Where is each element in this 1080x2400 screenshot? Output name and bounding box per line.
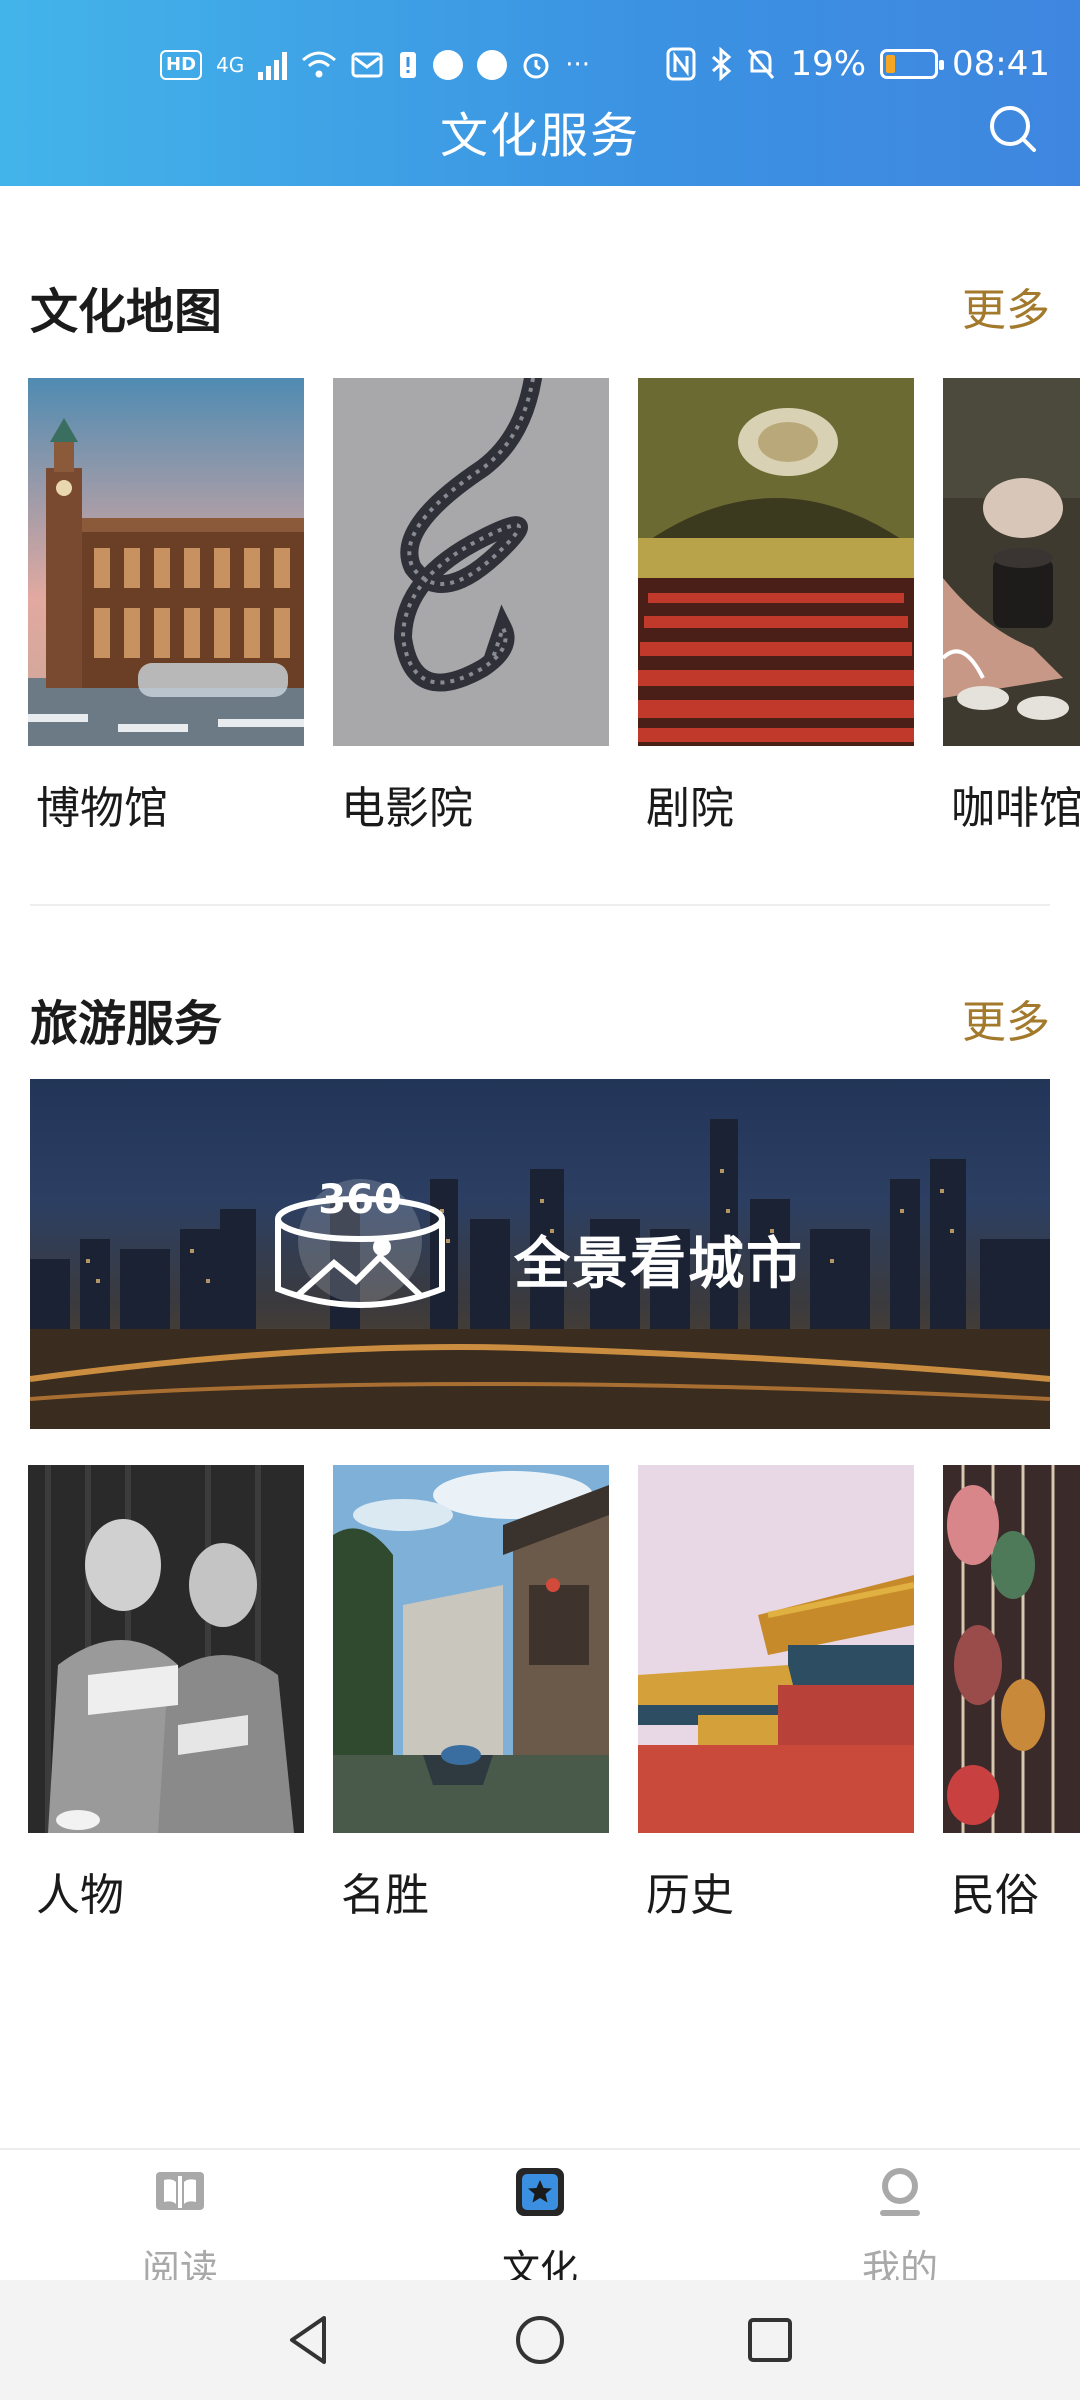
panorama-banner-text: 全景看城市 [514, 1232, 804, 1297]
tourism-title: 旅游服务 [30, 996, 223, 1052]
tourism-card-label: 历史 [646, 1870, 734, 1921]
app-notification-icon [477, 50, 508, 80]
home-icon[interactable] [510, 2310, 570, 2370]
culture-card-theater[interactable]: 剧院 [638, 378, 914, 836]
mute-bell-icon [748, 49, 775, 79]
scenic-image [333, 1465, 609, 1833]
status-bar-right: 19% 08:41 [666, 44, 1050, 84]
hd-badge: HD [160, 50, 203, 80]
museum-image [28, 378, 304, 746]
tourism-card-label: 人物 [36, 1870, 124, 1921]
panorama-city-banner[interactable]: 360 全景看城市 [30, 1079, 1050, 1429]
culture-card-label: 电影院 [341, 783, 473, 834]
recent-apps-icon[interactable] [740, 2310, 800, 2370]
culture-map-list: 博物馆 电影院 剧院 咖啡馆 [28, 378, 1080, 848]
book-icon [156, 2172, 204, 2210]
tourism-card-label: 民俗 [951, 1870, 1039, 1921]
back-icon[interactable] [280, 2310, 340, 2370]
system-navigation-bar [0, 2280, 1080, 2400]
alert-icon [400, 52, 417, 78]
panorama-360-icon: 360 [275, 1177, 445, 1308]
signal-icon [258, 50, 288, 80]
theater-image [638, 378, 914, 746]
page-title: 文化服务 [439, 108, 640, 164]
nav-item-culture[interactable]: 文化 [440, 2162, 640, 2293]
bluetooth-icon [712, 47, 732, 81]
tourism-card-scenic[interactable]: 名胜 [333, 1465, 609, 1923]
culture-card-label: 剧院 [646, 783, 734, 834]
nav-item-mine[interactable]: 我的 [800, 2162, 1000, 2293]
nfc-icon [666, 47, 696, 81]
culture-card-label: 博物馆 [36, 783, 168, 834]
app-notification-icon [433, 50, 464, 80]
status-bar-left: HD 4G ··· [160, 50, 590, 80]
star-square-icon [516, 2168, 564, 2216]
bottom-navigation: 阅读 文化 我的 [0, 2148, 1080, 2291]
section-divider [30, 904, 1050, 906]
tourism-card-label: 名胜 [341, 1870, 429, 1921]
tourism-card-folk[interactable]: 民俗 [943, 1465, 1080, 1923]
tourism-card-people[interactable]: 人物 [28, 1465, 304, 1923]
person-icon [880, 2168, 920, 2216]
people-image [28, 1465, 304, 1833]
search-icon[interactable] [986, 102, 1040, 156]
tourism-more-link[interactable]: 更多 [962, 986, 1050, 1050]
network-type: 4G [216, 53, 245, 77]
cinema-image [333, 378, 609, 746]
status-bar: HD 4G ··· 19% 08:41 [0, 40, 1080, 100]
folk-image [943, 1465, 1080, 1833]
battery-percent: 19% [790, 44, 867, 84]
nav-item-read[interactable]: 阅读 [80, 2162, 280, 2293]
more-notifications: ··· [565, 50, 591, 80]
clock: 08:41 [952, 44, 1050, 84]
tourism-card-history[interactable]: 历史 [638, 1465, 914, 1923]
culture-card-label: 咖啡馆 [951, 783, 1080, 834]
culture-card-cinema[interactable]: 电影院 [333, 378, 609, 836]
app-header: HD 4G ··· 19% 08:41 文化服务 [0, 0, 1080, 186]
cafe-image [943, 378, 1080, 746]
alarm-icon [523, 53, 549, 79]
history-image [638, 1465, 914, 1833]
culture-map-title: 文化地图 [30, 284, 223, 340]
mail-icon [351, 52, 383, 78]
wifi-icon [302, 51, 337, 78]
culture-card-museum[interactable]: 博物馆 [28, 378, 304, 836]
panorama-badge: 360 [318, 1177, 402, 1223]
culture-card-cafe[interactable]: 咖啡馆 [943, 378, 1080, 836]
battery-icon [880, 49, 945, 79]
culture-map-more-link[interactable]: 更多 [962, 274, 1050, 338]
tourism-list: 人物 名胜 历史 民俗 [28, 1465, 1080, 1935]
